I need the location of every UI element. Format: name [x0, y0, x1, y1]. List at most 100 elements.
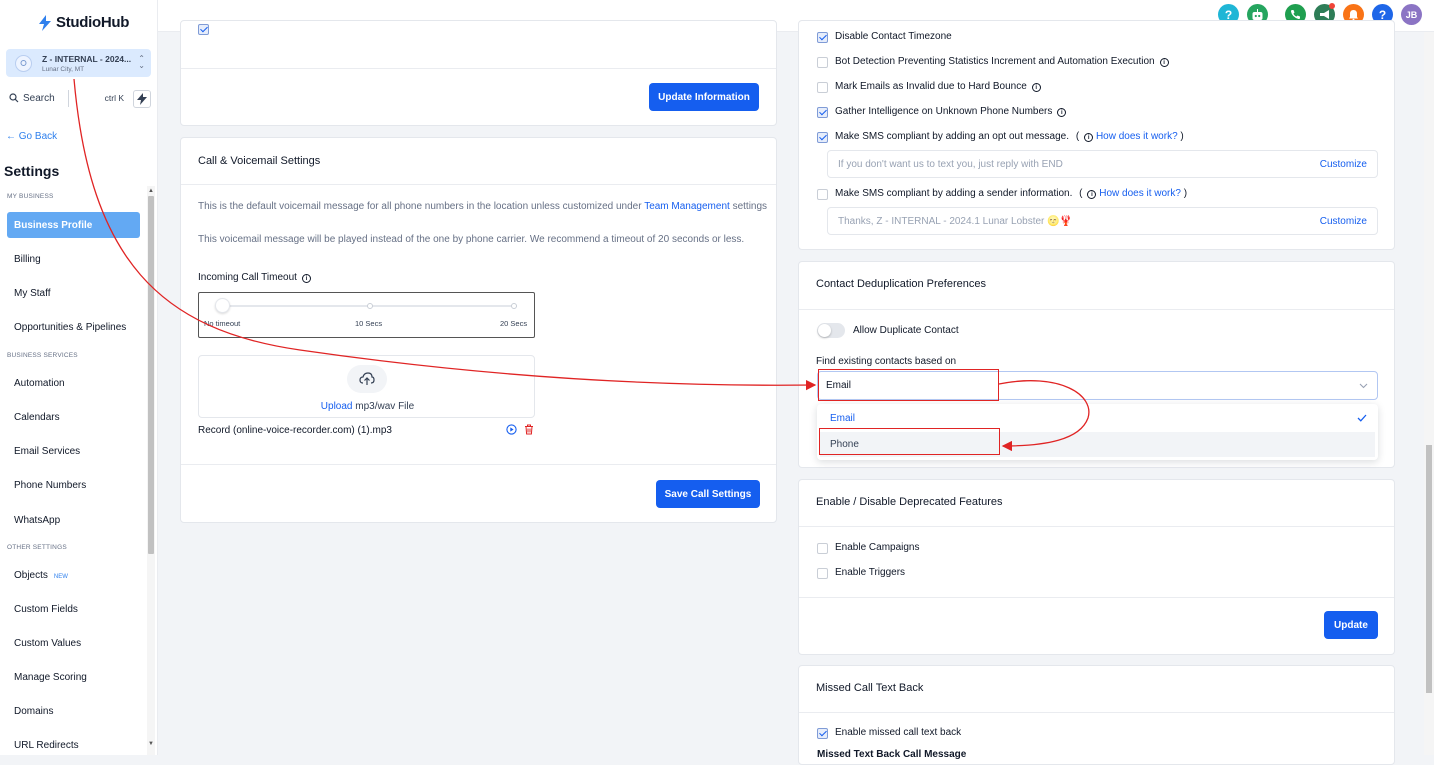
sidebar: StudioHub Z - INTERNAL - 2024... Lunar C…	[0, 0, 158, 755]
main-scrollbar-thumb[interactable]	[1426, 445, 1432, 693]
check-icon	[1357, 414, 1367, 422]
sms-sender-message-input[interactable]: Thanks, Z - INTERNAL - 2024.1 Lunar Lobs…	[827, 207, 1378, 235]
sidebar-item-billing[interactable]: Billing	[14, 254, 41, 265]
sidebar-item-email-services[interactable]: Email Services	[14, 446, 80, 457]
upload-link[interactable]: Upload	[321, 401, 353, 412]
notification-dot	[1329, 3, 1335, 9]
info-icon[interactable]: i	[1057, 108, 1067, 117]
search-icon	[9, 93, 19, 103]
how-does-it-work-link[interactable]: How does it work?	[1096, 131, 1178, 142]
team-management-link[interactable]: Team Management	[644, 201, 730, 212]
annotation-box-selected	[818, 369, 999, 401]
gather-intelligence-text: Gather Intelligence on Unknown Phone Num…	[835, 106, 1053, 117]
scroll-down-arrow-icon[interactable]: ▼	[148, 741, 154, 747]
info-icon[interactable]: i	[1159, 58, 1169, 67]
sidebar-item-custom-fields[interactable]: Custom Fields	[14, 604, 78, 615]
sms-sender-checkbox[interactable]	[817, 189, 828, 200]
sms-optout-placeholder: If you don't want us to text you, just r…	[838, 159, 1063, 170]
customize-optout-link[interactable]: Customize	[1320, 159, 1367, 170]
sidebar-item-opportunities[interactable]: Opportunities & Pipelines	[14, 322, 126, 333]
bot-detection-checkbox[interactable]	[817, 57, 828, 68]
bot-detection-label: Bot Detection Preventing Statistics Incr…	[835, 56, 1169, 67]
update-information-button[interactable]: Update Information	[649, 83, 759, 111]
info-icon[interactable]: i	[1087, 190, 1097, 199]
sidebar-item-my-staff[interactable]: My Staff	[14, 288, 51, 299]
slider-handle[interactable]	[215, 298, 230, 313]
missed-call-card: Missed Call Text Back Enable missed call…	[798, 665, 1395, 765]
card-divider	[799, 712, 1394, 713]
customize-sender-link[interactable]: Customize	[1320, 216, 1367, 227]
voicemail-description-1: This is the default voicemail message fo…	[198, 200, 768, 213]
slider-label-no-timeout: No timeout	[204, 319, 241, 328]
disable-timezone-checkbox[interactable]	[817, 32, 828, 43]
user-avatar[interactable]: JB	[1401, 4, 1422, 25]
sms-sender-placeholder: Thanks, Z - INTERNAL - 2024.1 Lunar Lobs…	[838, 216, 1073, 227]
slider-step-mark	[511, 303, 517, 309]
location-city: Lunar City, MT	[42, 66, 85, 73]
section-my-business: MY BUSINESS	[7, 193, 54, 200]
section-business-services: BUSINESS SERVICES	[7, 352, 78, 359]
card-divider	[181, 464, 776, 465]
location-switcher[interactable]: Z - INTERNAL - 2024... Lunar City, MT ⌃ ⌄	[6, 49, 151, 77]
quick-actions-button[interactable]	[133, 90, 151, 108]
search-divider	[68, 90, 69, 107]
go-back-link[interactable]: ← Go Back	[6, 131, 57, 142]
sidebar-item-whatsapp[interactable]: WhatsApp	[14, 515, 60, 526]
search-box[interactable]: Search ctrl K	[8, 90, 128, 107]
sidebar-item-phone-numbers[interactable]: Phone Numbers	[14, 480, 86, 491]
save-call-settings-button[interactable]: Save Call Settings	[656, 480, 760, 508]
enable-missed-call-label: Enable missed call text back	[835, 727, 962, 738]
business-info-checkbox[interactable]	[198, 24, 209, 35]
sidebar-item-automation[interactable]: Automation	[14, 378, 65, 389]
sidebar-item-objects-label: Objects	[14, 570, 48, 581]
how-does-it-work-link[interactable]: How does it work?	[1099, 188, 1181, 199]
sidebar-item-objects[interactable]: Objects NEW	[14, 570, 68, 581]
paren-close: )	[1180, 131, 1184, 142]
app-logo[interactable]: StudioHub	[38, 14, 129, 31]
sidebar-item-custom-values[interactable]: Custom Values	[14, 638, 81, 649]
recording-file-name: Record (online-voice-recorder.com) (1).m…	[198, 425, 392, 436]
paren-close: )	[1183, 188, 1188, 199]
contact-settings-card: Disable Contact Timezone Bot Detection P…	[798, 20, 1395, 250]
enable-triggers-checkbox[interactable]	[817, 568, 828, 579]
hard-bounce-checkbox[interactable]	[817, 82, 828, 93]
deprecated-title: Enable / Disable Deprecated Features	[816, 496, 1003, 508]
disable-timezone-label: Disable Contact Timezone	[835, 31, 952, 42]
allow-duplicate-toggle[interactable]	[817, 323, 845, 338]
card-divider	[181, 184, 776, 185]
trash-icon[interactable]	[524, 424, 534, 435]
bot-detection-text: Bot Detection Preventing Statistics Incr…	[835, 56, 1155, 67]
enable-missed-call-checkbox[interactable]	[817, 728, 828, 739]
play-icon[interactable]	[506, 424, 517, 435]
app-name: StudioHub	[56, 14, 130, 31]
sidebar-item-calendars[interactable]: Calendars	[14, 412, 60, 423]
sidebar-item-business-profile[interactable]: Business Profile	[7, 212, 140, 238]
info-icon[interactable]: i	[1084, 133, 1094, 142]
sms-optout-checkbox[interactable]	[817, 132, 828, 143]
sidebar-item-domains[interactable]: Domains	[14, 706, 53, 717]
slider-step-mark	[367, 303, 373, 309]
sms-optout-message-input[interactable]: If you don't want us to text you, just r…	[827, 150, 1378, 178]
enable-campaigns-checkbox[interactable]	[817, 543, 828, 554]
scroll-up-arrow-icon[interactable]: ▲	[148, 188, 154, 194]
upload-dropzone[interactable]: Upload mp3/wav File	[198, 355, 535, 418]
card-divider	[181, 68, 776, 69]
section-other-settings: OTHER SETTINGS	[7, 544, 67, 551]
bolt-icon	[137, 93, 147, 105]
chevron-down-icon	[1359, 383, 1368, 389]
voicemail-description-2: This voicemail message will be played in…	[198, 234, 745, 245]
gather-intelligence-checkbox[interactable]	[817, 107, 828, 118]
info-icon[interactable]: i	[1031, 83, 1041, 92]
enable-triggers-label: Enable Triggers	[835, 567, 906, 578]
missed-call-title: Missed Call Text Back	[816, 682, 924, 694]
sidebar-scrollbar-thumb[interactable]	[148, 196, 154, 554]
location-pin-icon	[15, 55, 32, 72]
paren-open: (	[1079, 188, 1083, 199]
incoming-call-timeout-text: Incoming Call Timeout	[198, 272, 297, 283]
sidebar-item-url-redirects[interactable]: URL Redirects	[14, 740, 79, 751]
sidebar-item-manage-scoring[interactable]: Manage Scoring	[14, 672, 87, 683]
upload-file-types: mp3/wav File	[352, 401, 415, 412]
hard-bounce-label: Mark Emails as Invalid due to Hard Bounc…	[835, 81, 1041, 92]
update-deprecated-button[interactable]: Update	[1324, 611, 1378, 639]
option-email[interactable]: Email	[817, 406, 1378, 430]
